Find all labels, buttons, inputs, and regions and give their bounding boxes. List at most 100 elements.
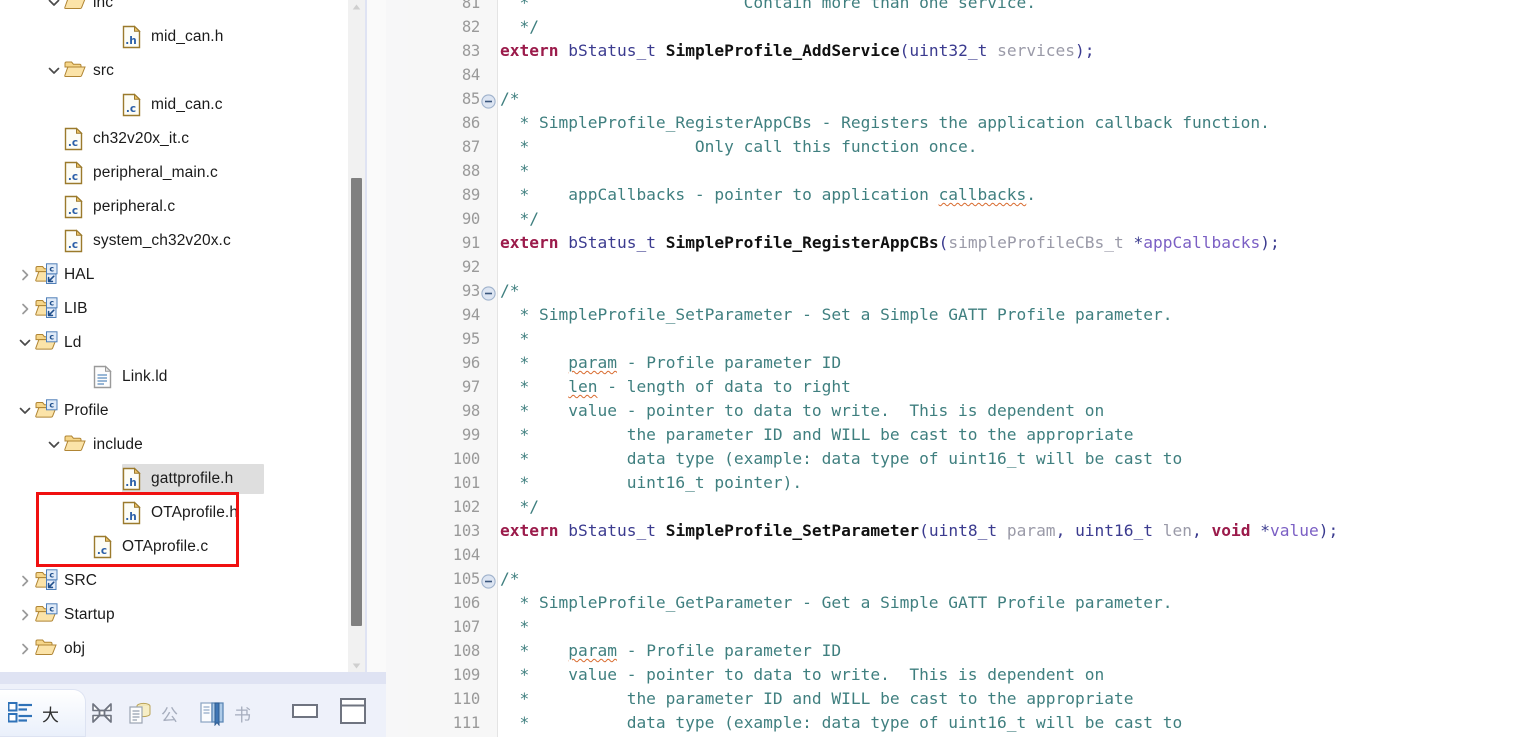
line-number: 85 bbox=[461, 90, 480, 108]
code-line[interactable]: 90 */ bbox=[408, 207, 1528, 231]
file-c-icon: .c bbox=[64, 229, 86, 253]
chevron-right-icon[interactable] bbox=[15, 598, 35, 632]
code-line[interactable]: 97 * len - length of data to right bbox=[408, 375, 1528, 399]
code-line[interactable]: 95 * bbox=[408, 327, 1528, 351]
tree-item-peripheral_c[interactable]: .c peripheral.c bbox=[0, 190, 360, 224]
editor-code-area[interactable]: 81 * Contain more than one service. 82 */… bbox=[408, 0, 1528, 737]
code-line[interactable]: 91 extern bStatus_t SimpleProfile_Registe… bbox=[408, 231, 1528, 255]
tree-item-OTAprofile_c[interactable]: .c OTAprofile.c bbox=[0, 530, 360, 564]
tree-item-obj[interactable]: obj bbox=[0, 632, 360, 666]
code-line[interactable]: 108 * param - Profile parameter ID bbox=[408, 639, 1528, 663]
code-line[interactable]: 83 extern bStatus_t SimpleProfile_AddServ… bbox=[408, 39, 1528, 63]
minimize-panel-icon[interactable] bbox=[290, 698, 320, 724]
svg-text:.c: .c bbox=[97, 545, 107, 557]
code-line[interactable]: 93 /* bbox=[408, 279, 1528, 303]
chevron-down-icon[interactable] bbox=[44, 428, 64, 462]
tree-item-label: ch32v20x_it.c bbox=[93, 130, 190, 147]
tree-item-peripheral_main_c[interactable]: .c peripheral_main.c bbox=[0, 156, 360, 190]
tree-item-ch32v20x_it_c[interactable]: .c ch32v20x_it.c bbox=[0, 122, 360, 156]
code-line[interactable]: 99 * the parameter ID and WILL be cast t… bbox=[408, 423, 1528, 447]
line-number: 81 bbox=[461, 0, 480, 12]
chevron-right-icon[interactable] bbox=[15, 564, 35, 598]
chevron-down-icon[interactable] bbox=[44, 54, 64, 88]
tree-item-mid_can_h[interactable]: .h mid_can.h bbox=[0, 20, 360, 54]
code-line[interactable]: 96 * param - Profile parameter ID bbox=[408, 351, 1528, 375]
chevron-down-icon[interactable] bbox=[15, 326, 35, 360]
code-line[interactable]: 86 * SimpleProfile_RegisterAppCBs - Regi… bbox=[408, 111, 1528, 135]
project-explorer-panel: inc .h mid_can.h src .c mid_can.c .c ch32v20x_i… bbox=[0, 0, 386, 683]
code-line[interactable]: 85 /* bbox=[408, 87, 1528, 111]
fold-collapse-icon[interactable] bbox=[481, 284, 496, 301]
tab-outline[interactable]: 大 bbox=[0, 690, 85, 736]
line-number: 107 bbox=[452, 618, 481, 636]
code-line[interactable]: 103 extern bStatus_t SimpleProfile_SetPar… bbox=[408, 519, 1528, 543]
tree-item-gattprofile_h[interactable]: .h gattprofile.h bbox=[0, 462, 360, 496]
svg-text:c: c bbox=[49, 400, 54, 409]
scroll-down-arrow-icon[interactable] bbox=[348, 659, 365, 672]
chevron-right-icon[interactable] bbox=[15, 292, 35, 326]
project-tree[interactable]: inc .h mid_can.h src .c mid_can.c .c ch32v20x_i… bbox=[0, 0, 360, 666]
code-line[interactable]: 110 * the parameter ID and WILL be cast … bbox=[408, 687, 1528, 711]
tree-item-Link_ld[interactable]: Link.ld bbox=[0, 360, 360, 394]
tree-item-Profile[interactable]: c Profile bbox=[0, 394, 360, 428]
code-line[interactable]: 101 * uint16_t pointer). bbox=[408, 471, 1528, 495]
tree-item-inc[interactable]: inc bbox=[0, 0, 360, 20]
code-line[interactable]: 89 * appCallbacks - pointer to applicati… bbox=[408, 183, 1528, 207]
folder-open-icon bbox=[64, 0, 86, 15]
code-line[interactable]: 105 /* bbox=[408, 567, 1528, 591]
line-number: 92 bbox=[461, 258, 480, 276]
tab-book[interactable]: 书 bbox=[192, 690, 265, 736]
chevron-down-icon[interactable] bbox=[15, 394, 35, 428]
scroll-up-arrow-icon[interactable] bbox=[348, 0, 365, 13]
code-line[interactable]: 102 */ bbox=[408, 495, 1528, 519]
code-line[interactable]: 84 bbox=[408, 63, 1528, 87]
tab-label: 大 bbox=[42, 705, 59, 726]
tab-public[interactable]: 公 bbox=[119, 690, 192, 736]
code-line[interactable]: 100 * data type (example: data type of u… bbox=[408, 447, 1528, 471]
code-editor[interactable]: 81 * Contain more than one service. 82 */… bbox=[408, 0, 1528, 737]
chevron-right-icon[interactable] bbox=[15, 258, 35, 292]
tree-item-system_ch32v20x_c[interactable]: .c system_ch32v20x.c bbox=[0, 224, 360, 258]
fold-collapse-icon[interactable] bbox=[481, 572, 496, 589]
tree-item-include[interactable]: include bbox=[0, 428, 360, 462]
code-line[interactable]: 106 * SimpleProfile_GetParameter - Get a… bbox=[408, 591, 1528, 615]
close-icon[interactable] bbox=[85, 696, 119, 730]
tree-item-SRC[interactable]: c SRC bbox=[0, 564, 360, 598]
code-line[interactable]: 82 */ bbox=[408, 15, 1528, 39]
book-icon bbox=[198, 698, 228, 728]
tree-item-OTAprofile_h[interactable]: .h OTAprofile.h bbox=[0, 496, 360, 530]
code-line[interactable]: 111 * data type (example: data type of u… bbox=[408, 711, 1528, 735]
line-number: 83 bbox=[461, 42, 480, 60]
restore-panel-icon[interactable] bbox=[338, 698, 368, 724]
code-line[interactable]: 98 * value - pointer to data to write. T… bbox=[408, 399, 1528, 423]
tree-item-HAL[interactable]: c HAL bbox=[0, 258, 360, 292]
tree-item-label: OTAprofile.h bbox=[151, 504, 239, 521]
tree-item-Ld[interactable]: c Ld bbox=[0, 326, 360, 360]
tree-item-LIB[interactable]: c LIB bbox=[0, 292, 360, 326]
tree-item-src[interactable]: src bbox=[0, 54, 360, 88]
explorer-scrollbar[interactable] bbox=[348, 0, 365, 672]
code-line[interactable]: 88 * bbox=[408, 159, 1528, 183]
code-line-text: * param - Profile parameter ID bbox=[500, 641, 842, 660]
code-line[interactable]: 109 * value - pointer to data to write. … bbox=[408, 663, 1528, 687]
code-line[interactable]: 81 * Contain more than one service. bbox=[408, 0, 1528, 15]
code-line[interactable]: 104 bbox=[408, 543, 1528, 567]
code-line[interactable]: 94 * SimpleProfile_SetParameter - Set a … bbox=[408, 303, 1528, 327]
line-number: 109 bbox=[452, 666, 481, 684]
folder-open-icon bbox=[64, 59, 86, 83]
code-line-text: * bbox=[500, 161, 530, 180]
explorer-scrollbar-thumb[interactable] bbox=[351, 178, 362, 626]
chevron-down-icon[interactable] bbox=[44, 0, 64, 20]
code-line-text: * Contain more than one service. bbox=[500, 0, 1037, 12]
code-line[interactable]: 92 bbox=[408, 255, 1528, 279]
fold-collapse-icon[interactable] bbox=[481, 92, 496, 109]
tree-item-mid_can_c[interactable]: .c mid_can.c bbox=[0, 88, 360, 122]
line-number: 98 bbox=[461, 402, 480, 420]
line-number: 106 bbox=[452, 594, 481, 612]
chevron-right-icon[interactable] bbox=[15, 632, 35, 666]
tree-item-label: gattprofile.h bbox=[151, 470, 234, 487]
code-line[interactable]: 107 * bbox=[408, 615, 1528, 639]
line-number: 86 bbox=[461, 114, 480, 132]
code-line[interactable]: 87 * Only call this function once. bbox=[408, 135, 1528, 159]
tree-item-Startup[interactable]: c Startup bbox=[0, 598, 360, 632]
